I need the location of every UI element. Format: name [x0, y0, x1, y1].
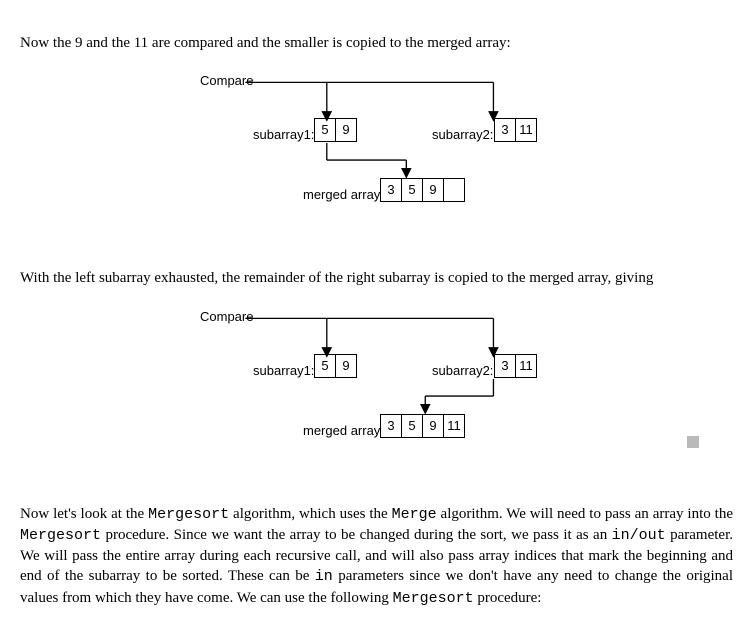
arrow-svg-2 [20, 304, 733, 489]
merged-label-1: merged array [303, 186, 380, 204]
subarray1-label-2: subarray1: [253, 362, 314, 380]
cell: 3 [380, 414, 402, 438]
code-merge: Merge [392, 506, 437, 523]
merged-cells-1: 3 5 9 [380, 178, 465, 202]
cell: 5 [314, 354, 336, 378]
code-mergesort: Mergesort [393, 590, 474, 607]
cell: 5 [314, 118, 336, 142]
cell: 11 [515, 354, 537, 378]
cell: 9 [422, 178, 444, 202]
cell: 3 [494, 118, 516, 142]
subarray2-label-2: subarray2: [432, 362, 493, 380]
diagram-merge-step-3: Compare subarray1: subarray2: merged arr… [20, 68, 733, 253]
cell: 11 [515, 118, 537, 142]
code-inout: in/out [612, 527, 666, 544]
code-in: in [315, 568, 333, 585]
cell: 5 [401, 414, 423, 438]
subarray2-cells-2: 3 11 [494, 354, 537, 378]
subarray1-cells-1: 5 9 [314, 118, 357, 142]
cell: 3 [380, 178, 402, 202]
cell: 9 [422, 414, 444, 438]
code-mergesort: Mergesort [148, 506, 229, 523]
subarray2-label-1: subarray2: [432, 126, 493, 144]
diagram-merge-step-4: Compare subarray1: subarray2: merged arr… [20, 304, 733, 489]
arrow-svg-1 [20, 68, 733, 253]
cell: 5 [401, 178, 423, 202]
merged-cells-2: 3 5 9 11 [380, 414, 465, 438]
cell [443, 178, 465, 202]
text: procedure: [474, 590, 542, 606]
cell: 9 [335, 118, 357, 142]
paragraph-mergesort-intro: Now let's look at the Mergesort algorith… [20, 504, 733, 609]
page-marker-square [687, 436, 699, 448]
compare-label-2: Compare [200, 308, 253, 326]
cell: 11 [443, 414, 465, 438]
paragraph-intro-1: Now the 9 and the 11 are compared and th… [20, 33, 733, 53]
paragraph-intro-2: With the left subarray exhausted, the re… [20, 268, 733, 288]
subarray2-cells-1: 3 11 [494, 118, 537, 142]
merged-label-2: merged array [303, 422, 380, 440]
text: Now let's look at the [20, 506, 148, 522]
cell: 9 [335, 354, 357, 378]
subarray1-cells-2: 5 9 [314, 354, 357, 378]
subarray1-label-1: subarray1: [253, 126, 314, 144]
compare-label-1: Compare [200, 72, 253, 90]
text: algorithm. We will need to pass an array… [437, 506, 733, 522]
text: algorithm, which uses the [229, 506, 391, 522]
cell: 3 [494, 354, 516, 378]
text: procedure. Since we want the array to be… [101, 527, 612, 543]
code-mergesort: Mergesort [20, 527, 101, 544]
